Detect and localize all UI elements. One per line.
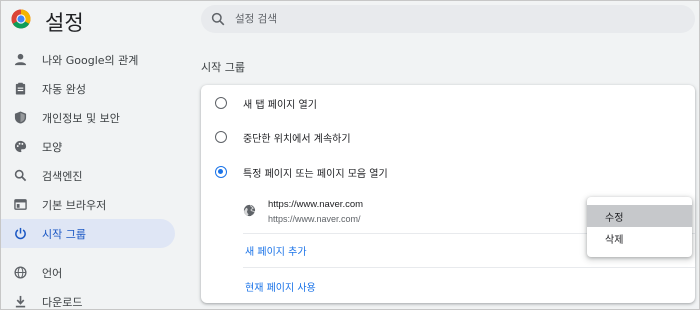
sidebar-item-label: 검색엔진 <box>42 169 83 183</box>
person-icon <box>13 53 27 67</box>
sidebar-divider <box>1 248 181 258</box>
startup-page-entry: https://www.naver.com https://www.naver.… <box>243 195 643 233</box>
search-icon <box>13 169 27 183</box>
page-url: https://www.naver.com/ <box>268 214 361 224</box>
globe-icon <box>13 266 27 280</box>
sidebar-item-search-engine[interactable]: 검색엔진 <box>1 161 181 190</box>
sidebar-item-label: 언어 <box>42 266 63 280</box>
sidebar-item-label: 자동 완성 <box>42 82 86 96</box>
top-bar: 설정 <box>1 1 700 37</box>
sidebar-item-label: 기본 브라우저 <box>42 198 107 212</box>
use-current-pages-button[interactable]: 현재 페이지 사용 <box>245 279 316 294</box>
sidebar-item-label: 시작 그룹 <box>42 227 86 241</box>
download-icon <box>13 295 27 309</box>
divider <box>243 267 695 268</box>
sidebar-item-languages[interactable]: 언어 <box>1 258 181 287</box>
chrome-logo-icon <box>11 9 31 29</box>
section-title: 시작 그룹 <box>201 61 245 74</box>
option-label: 새 탭 페이지 열기 <box>243 99 317 111</box>
power-icon <box>13 227 27 241</box>
menu-item-edit[interactable]: 수정 <box>587 205 692 227</box>
startup-card: 새 탭 페이지 열기 중단한 위치에서 계속하기 특정 페이지 또는 페이지 모… <box>201 85 695 303</box>
palette-icon <box>13 140 27 154</box>
sidebar-item-appearance[interactable]: 모양 <box>1 132 181 161</box>
sidebar-item-label: 개인정보 및 보안 <box>42 111 120 125</box>
browser-window-icon <box>13 198 27 212</box>
radio-button[interactable] <box>215 131 227 143</box>
sidebar-item-label: 다운로드 <box>42 295 83 309</box>
shield-icon <box>13 111 27 125</box>
site-globe-icon <box>243 204 256 217</box>
radio-button[interactable] <box>215 97 227 109</box>
radio-button-checked[interactable] <box>215 166 227 178</box>
radio-new-tab[interactable]: 새 탭 페이지 열기 <box>215 93 317 113</box>
sidebar-item-autofill[interactable]: 자동 완성 <box>1 74 181 103</box>
sidebar-item-downloads[interactable]: 다운로드 <box>1 287 181 310</box>
app-title: 설정 <box>45 11 84 35</box>
search-box[interactable] <box>201 5 695 33</box>
context-menu: 수정 삭제 <box>587 197 692 257</box>
clipboard-icon <box>13 82 27 96</box>
sidebar-item-on-startup[interactable]: 시작 그룹 <box>1 219 175 248</box>
sidebar-item-privacy-security[interactable]: 개인정보 및 보안 <box>1 103 181 132</box>
sidebar-item-label: 모양 <box>42 140 63 154</box>
search-icon <box>211 12 225 26</box>
menu-item-delete[interactable]: 삭제 <box>587 227 692 249</box>
sidebar-item-default-browser[interactable]: 기본 브라우저 <box>1 190 181 219</box>
sidebar-item-you-and-google[interactable]: 나와 Google의 관계 <box>1 45 181 74</box>
sidebar-item-label: 나와 Google의 관계 <box>42 53 139 67</box>
sidebar-nav: 나와 Google의 관계 자동 완성 개인정보 및 보안 모양 검색엔진 기본… <box>1 45 181 310</box>
option-label: 특정 페이지 또는 페이지 모음 열기 <box>243 168 388 180</box>
page-title: https://www.naver.com <box>268 199 364 210</box>
add-page-button[interactable]: 새 페이지 추가 <box>245 243 307 258</box>
radio-specific-pages[interactable]: 특정 페이지 또는 페이지 모음 열기 <box>215 162 388 182</box>
search-input[interactable] <box>235 5 675 33</box>
radio-continue[interactable]: 중단한 위치에서 계속하기 <box>215 127 351 147</box>
option-label: 중단한 위치에서 계속하기 <box>243 133 351 145</box>
